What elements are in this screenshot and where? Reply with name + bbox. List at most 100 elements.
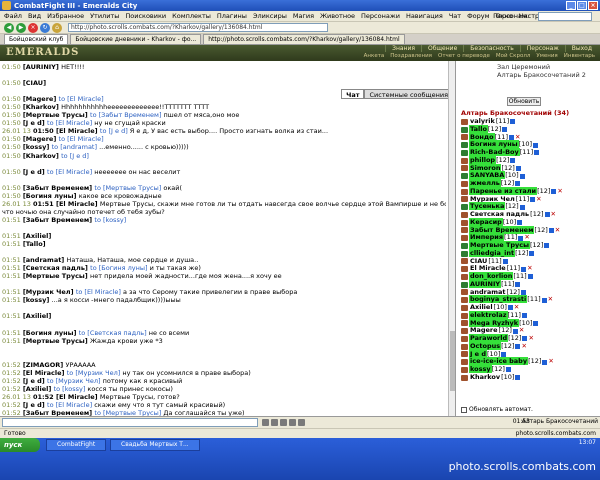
game-nav-item[interactable]: Знания: [385, 45, 421, 52]
stop-icon[interactable]: ×: [28, 22, 38, 33]
message-author[interactable]: [andramat]: [23, 256, 67, 264]
message-recipient[interactable]: to [El Miracle]: [47, 401, 94, 409]
message-author[interactable]: [Богиня луны]: [23, 329, 79, 337]
player-info-icon[interactable]: [515, 181, 521, 187]
player-name[interactable]: elektrolaz: [469, 310, 508, 319]
message-recipient[interactable]: to [Мертвые Трусы]: [94, 184, 163, 192]
menu-item[interactable]: Персонажи: [361, 12, 400, 20]
location-altar[interactable]: Алтарь Бракосочетаний 2: [497, 71, 586, 79]
player-info-icon[interactable]: [515, 344, 521, 350]
menu-item[interactable]: Файл: [4, 12, 22, 20]
chat-scrollbar[interactable]: [448, 61, 455, 416]
browser-tab[interactable]: Бойцовские дневники - Kharkov - фо...: [70, 34, 202, 44]
player-info-icon[interactable]: [527, 274, 533, 280]
game-subnav-item[interactable]: Мой Скролл: [493, 53, 533, 60]
player-name[interactable]: Axiliel: [469, 303, 494, 311]
menu-item[interactable]: Поисковики: [125, 12, 166, 20]
message-recipient[interactable]: to [kossy]: [54, 385, 88, 393]
player-info-icon[interactable]: [541, 297, 547, 303]
game-subnav-item[interactable]: Анкета: [361, 53, 388, 60]
message-author[interactable]: [Забыт Временем]: [23, 184, 95, 192]
refresh-icon[interactable]: ↻: [40, 22, 50, 33]
message-author[interactable]: [kossy]: [23, 143, 52, 151]
message-recipient[interactable]: to [El Miracle]: [47, 119, 94, 127]
message-recipient[interactable]: to [kossy]: [94, 216, 126, 224]
player-name[interactable]: AURINIY: [469, 279, 502, 288]
game-nav-item[interactable]: Общение: [420, 45, 463, 52]
player-info-icon[interactable]: [542, 359, 548, 365]
start-button[interactable]: пуск: [0, 438, 40, 452]
message-author[interactable]: [Magere]: [23, 135, 59, 143]
task-wedding[interactable]: Свадьба Мертвых Т...: [110, 439, 200, 451]
player-info-icon[interactable]: [510, 158, 516, 164]
player-info-icon[interactable]: [515, 165, 521, 171]
menu-item[interactable]: Эликсиры: [253, 12, 287, 20]
message-author[interactable]: [Axiliel]: [23, 312, 52, 320]
close-button[interactable]: ×: [588, 1, 598, 10]
game-nav-item[interactable]: Выход: [564, 45, 598, 52]
auto-refresh[interactable]: Обновлять автомат.: [461, 406, 533, 413]
player-info-icon[interactable]: [529, 251, 535, 257]
message-author[interactable]: [Axiliel]: [23, 232, 52, 240]
translit-icon[interactable]: [298, 419, 305, 426]
message-author[interactable]: [J e d]: [23, 119, 47, 127]
message-recipient[interactable]: to [El Miracle]: [47, 168, 94, 176]
player-name[interactable]: Tallo: [469, 124, 488, 133]
refresh-button[interactable]: Обновить: [507, 97, 541, 106]
player-info-icon[interactable]: [510, 119, 516, 125]
message-recipient[interactable]: to [Светская падль]: [79, 329, 149, 337]
character-search-input[interactable]: [538, 12, 592, 21]
message-author[interactable]: [J e d]: [23, 377, 47, 385]
menu-item[interactable]: Магия: [293, 12, 314, 20]
player-info-icon[interactable]: [533, 320, 539, 326]
player-info-icon[interactable]: [544, 243, 550, 249]
player-info-icon[interactable]: [530, 196, 536, 202]
message-recipient[interactable]: to [J e d]: [61, 152, 89, 160]
player-name[interactable]: жмелль: [469, 179, 501, 187]
message-author[interactable]: [Magere]: [23, 95, 59, 103]
message-author[interactable]: [J e d]: [23, 401, 47, 409]
player-info-icon[interactable]: [544, 212, 550, 218]
message-author[interactable]: [Tallo]: [23, 240, 46, 248]
message-author[interactable]: 01:50 [El Miracle]: [33, 127, 100, 135]
message-author[interactable]: [Мертвые Трусы]: [23, 337, 90, 345]
game-nav-item[interactable]: Персонаж: [519, 45, 565, 52]
menu-item[interactable]: Чат: [449, 12, 461, 20]
message-author[interactable]: [Axiliel]: [23, 385, 54, 393]
player-info-icon[interactable]: [521, 313, 527, 319]
player-name[interactable]: phillop: [469, 155, 497, 164]
player-info-icon[interactable]: [519, 204, 525, 210]
message-recipient[interactable]: to [El Miracle]: [59, 135, 104, 143]
message-recipient[interactable]: to [El Miracle]: [59, 95, 104, 103]
player-info-icon[interactable]: [517, 220, 523, 226]
player-info-icon[interactable]: [521, 266, 527, 272]
message-recipient[interactable]: to [Забыт Временем]: [90, 111, 164, 119]
home-icon[interactable]: ⌂: [52, 22, 62, 33]
menu-item[interactable]: Комплекты: [172, 12, 211, 20]
message-author[interactable]: [Богиня луны]: [23, 192, 79, 200]
player-info-icon[interactable]: [534, 150, 540, 156]
message-author[interactable]: [Забыт Временем]: [23, 216, 95, 224]
browser-tab[interactable]: Бойцовский клуб: [4, 34, 69, 44]
player-row[interactable]: Kharkov[10]: [461, 373, 597, 382]
menu-item[interactable]: Плагины: [217, 12, 247, 20]
message-author[interactable]: [kossy]: [23, 296, 52, 304]
player-info-icon[interactable]: [520, 289, 526, 295]
player-info-icon[interactable]: [548, 227, 554, 233]
player-info-icon[interactable]: [501, 351, 507, 357]
chat-scroll-thumb[interactable]: [450, 331, 455, 391]
message-author[interactable]: [Светская падль]: [23, 264, 90, 272]
menu-item[interactable]: Навигация: [406, 12, 443, 20]
smile-icon[interactable]: [262, 419, 269, 426]
message-recipient[interactable]: to [J e d]: [100, 127, 130, 135]
menu-item[interactable]: Утилиты: [90, 12, 119, 20]
game-subnav-item[interactable]: Отчет о переводе: [435, 53, 493, 60]
player-info-icon[interactable]: [502, 258, 508, 264]
player-info-icon[interactable]: [522, 336, 528, 342]
message-author[interactable]: [J e d]: [23, 168, 47, 176]
menu-item[interactable]: Избранное: [47, 12, 84, 20]
player-name[interactable]: kossy: [469, 365, 492, 373]
player-info-icon[interactable]: [507, 305, 513, 311]
menu-item[interactable]: Вид: [28, 12, 41, 20]
message-recipient[interactable]: to [Мурзик Чел]: [47, 377, 103, 385]
